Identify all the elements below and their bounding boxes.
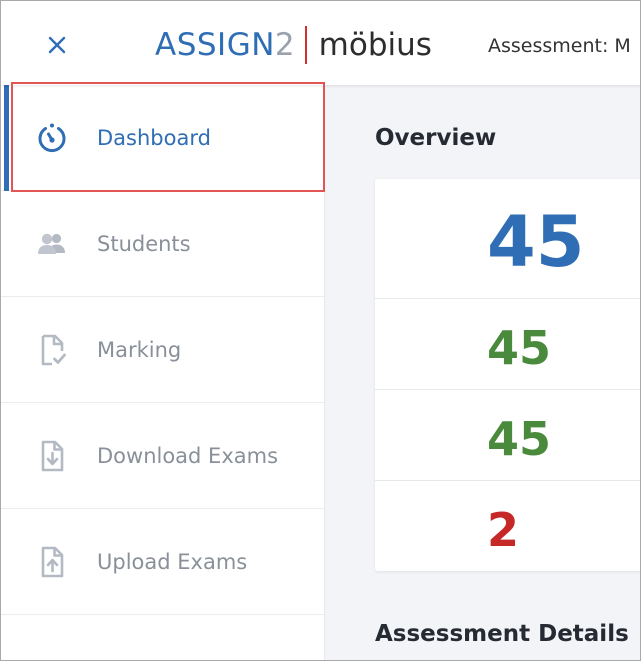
stat-value: 2 <box>487 503 520 557</box>
overview-heading: Overview <box>375 125 497 151</box>
logo-mobius-text: möbius <box>318 27 432 63</box>
logo-assign-text: ASSIGN <box>155 27 275 63</box>
sidebar-item-label: Students <box>97 231 191 256</box>
sidebar-item-label: Marking <box>97 337 182 362</box>
stat-total-value: 45 <box>487 201 585 283</box>
download-document-icon <box>35 439 69 473</box>
logo-assign-number: 2 <box>274 27 295 63</box>
upload-document-icon <box>35 545 69 579</box>
close-icon[interactable] <box>44 31 72 59</box>
marking-document-check-icon <box>35 333 69 367</box>
sidebar-item-download-exams[interactable]: Download Exams <box>1 403 324 509</box>
sidebar-item-marking[interactable]: Marking <box>1 297 324 403</box>
overview-stat-row: 45 <box>375 390 640 481</box>
sidebar-item-upload-exams[interactable]: Upload Exams <box>1 509 324 615</box>
assessment-details-heading: Assessment Details <box>375 621 629 647</box>
overview-card: 45 45 45 2 <box>375 179 640 571</box>
dashboard-highlight-outline <box>11 82 325 192</box>
sidebar-item-label: Download Exams <box>97 443 279 468</box>
app-window: ASSIGN2 möbius Assessment: M Dashboard <box>0 0 641 661</box>
sidebar-item-label: Upload Exams <box>97 549 248 574</box>
stat-value: 45 <box>487 321 552 375</box>
stat-value: 45 <box>487 412 552 466</box>
sidebar-item-students[interactable]: Students <box>1 191 324 297</box>
assign2-mobius-logo: ASSIGN 2 möbius <box>155 23 432 67</box>
main-content: Overview 45 45 45 2 Assessment Details <box>325 85 640 660</box>
logo-divider <box>304 26 307 64</box>
overview-stat-row: 2 <box>375 481 640 571</box>
overview-stat-row: 45 <box>375 299 640 390</box>
top-header: ASSIGN 2 möbius Assessment: M <box>1 1 640 85</box>
overview-stat-row: 45 <box>375 179 640 299</box>
assessment-breadcrumb: Assessment: M <box>488 35 631 57</box>
students-group-icon <box>35 227 69 261</box>
